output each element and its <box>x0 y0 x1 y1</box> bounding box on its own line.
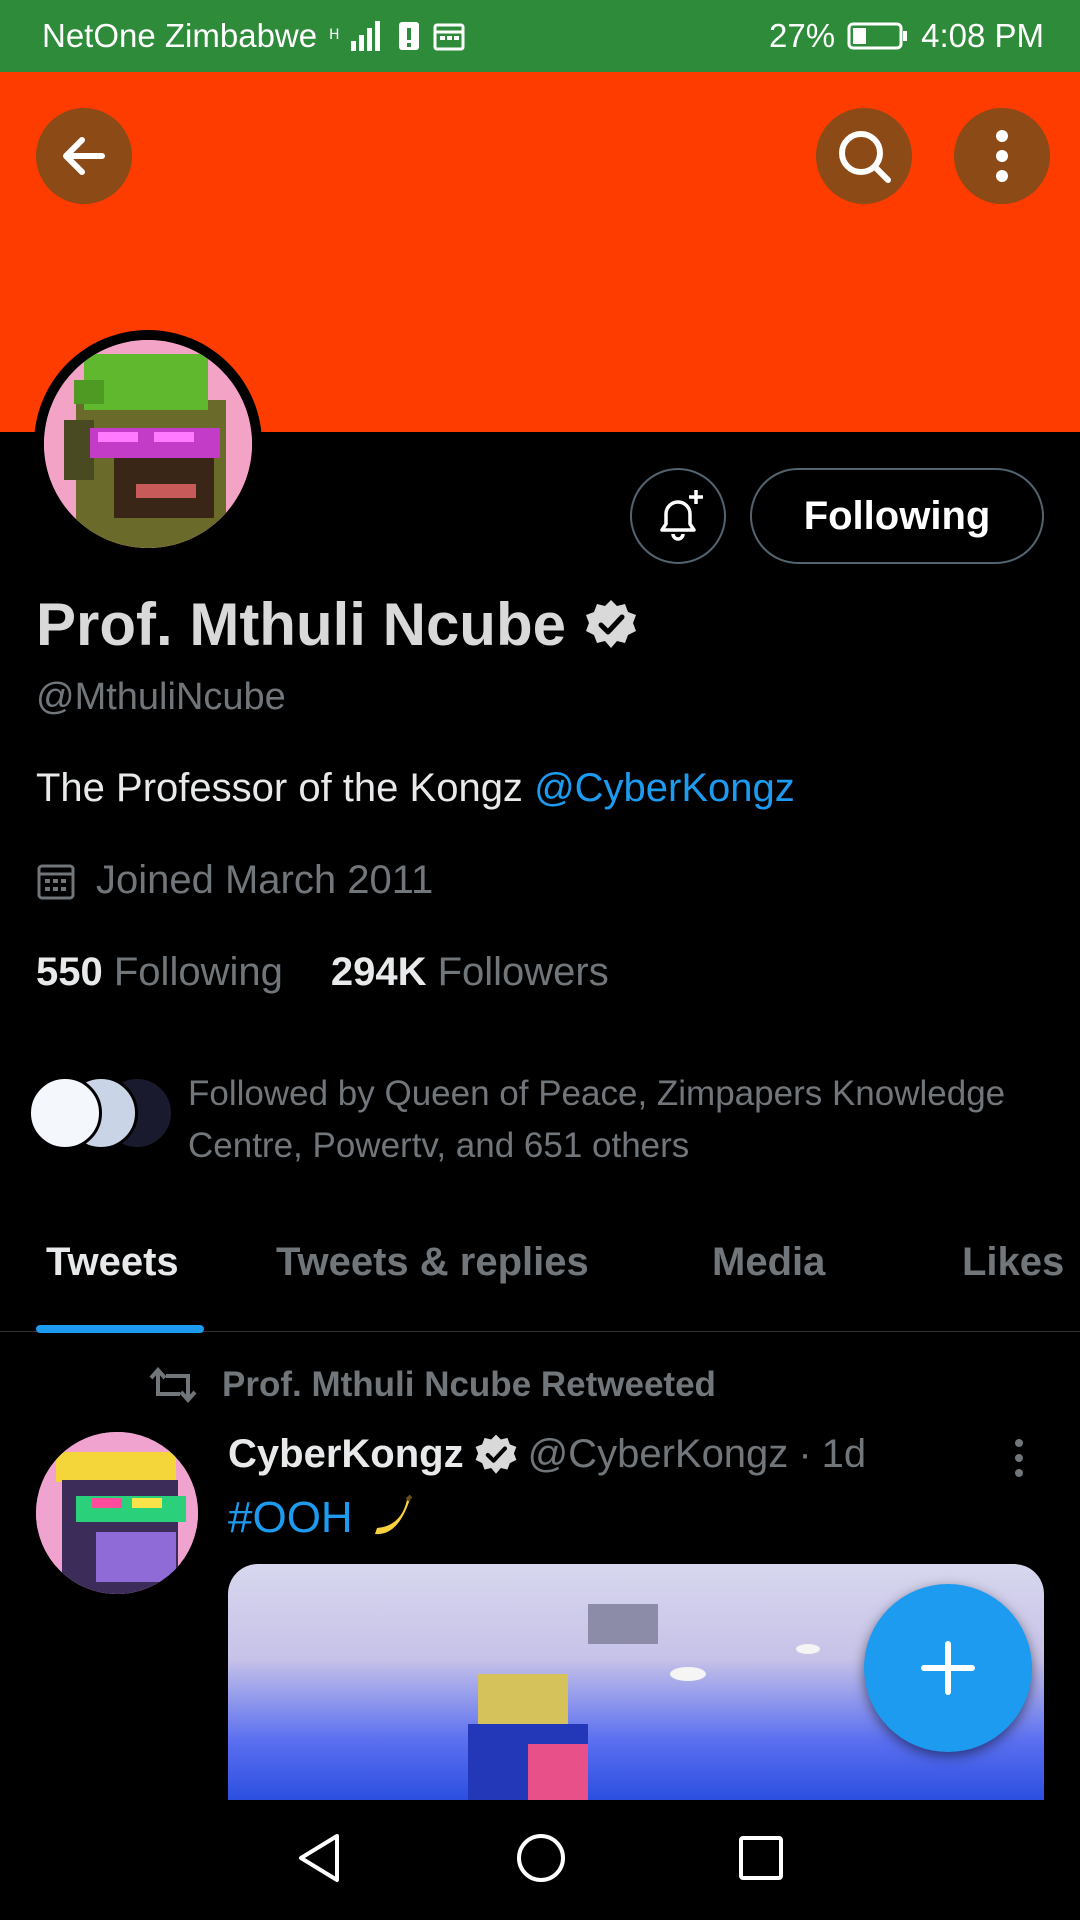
profile-tabs: Tweets Tweets & replies Media Likes <box>0 1200 1080 1333</box>
compose-tweet-button[interactable] <box>864 1584 1032 1752</box>
bio-mention-link[interactable]: @CyberKongz <box>534 766 795 810</box>
tab-media[interactable]: Media <box>712 1240 825 1285</box>
follower-avatar <box>28 1076 102 1150</box>
followed-by-row[interactable]: Followed by Queen of Peace, Zimpapers Kn… <box>28 1068 1008 1172</box>
signal-icon: H <box>329 19 385 53</box>
following-label: Following <box>113 950 283 994</box>
followers-count-link[interactable]: 294K Followers <box>331 950 609 995</box>
pixel-ape-avatar-image <box>44 340 252 548</box>
notifications-button[interactable] <box>630 468 726 564</box>
bell-plus-icon <box>660 490 703 541</box>
tab-tweets-replies[interactable]: Tweets & replies <box>276 1240 589 1285</box>
verified-badge-icon <box>585 599 636 648</box>
tweet-author-name[interactable]: CyberKongz <box>228 1432 464 1477</box>
active-tab-indicator <box>36 1325 204 1333</box>
joined-date: Joined March 2011 <box>96 858 434 902</box>
nav-back-button[interactable] <box>295 1832 345 1889</box>
back-button[interactable] <box>36 108 132 204</box>
tweet-more-button[interactable] <box>1008 1436 1030 1485</box>
followed-by-text: Followed by Queen of Peace, Zimpapers Kn… <box>188 1074 1006 1165</box>
calendar-icon <box>37 864 75 899</box>
svg-text:H: H <box>329 27 340 43</box>
retweet-context: Prof. Mthuli Ncube Retweeted <box>148 1364 716 1406</box>
sim-alert-icon <box>397 20 421 52</box>
carrier-name: NetOne Zimbabwe <box>42 17 318 54</box>
retweet-label: Prof. Mthuli Ncube Retweeted <box>222 1365 716 1404</box>
tab-likes[interactable]: Likes <box>962 1240 1064 1285</box>
tab-tweets[interactable]: Tweets <box>46 1240 179 1285</box>
battery-icon <box>847 21 909 51</box>
pixel-ape-avatar-image <box>36 1432 198 1594</box>
arrow-left-icon <box>63 137 105 175</box>
following-button[interactable]: Following <box>750 468 1044 564</box>
more-options-button[interactable] <box>954 108 1050 204</box>
battery-percent: 27% <box>769 17 836 54</box>
tweet-hashtag-link[interactable]: #OOH <box>228 1493 353 1543</box>
search-icon <box>839 131 891 183</box>
tweet-author-avatar[interactable] <box>36 1432 198 1594</box>
joined-date-row: Joined March 2011 <box>36 858 433 903</box>
tweet-text: #OOH <box>228 1492 419 1544</box>
profile-name: Prof. Mthuli Ncube <box>36 591 566 658</box>
following-count-link[interactable]: 550 Following <box>36 950 283 995</box>
banana-emoji-icon <box>374 1494 413 1535</box>
tweet-header: CyberKongz @CyberKongz · 1d <box>228 1432 866 1477</box>
tweet-age: 1d <box>821 1432 867 1476</box>
system-navigation-bar <box>0 1800 1080 1920</box>
profile-name-row: Prof. Mthuli Ncube <box>36 590 638 659</box>
followers-label: Followers <box>437 950 609 994</box>
clock: 4:08 PM <box>921 17 1044 54</box>
follow-counts: 550 Following 294K Followers <box>36 950 609 995</box>
profile-bio: The Professor of the Kongz @CyberKongz <box>36 766 795 811</box>
bio-text: The Professor of the Kongz <box>36 766 523 810</box>
square-recents-icon <box>739 1835 783 1880</box>
profile-avatar[interactable] <box>34 330 262 558</box>
search-button[interactable] <box>816 108 912 204</box>
status-bar: NetOne Zimbabwe H 27% 4:08 PM <box>0 0 1080 72</box>
nav-home-button[interactable] <box>515 1832 567 1889</box>
nav-recents-button[interactable] <box>737 1834 785 1887</box>
calendar-notification-icon <box>433 21 465 51</box>
more-vertical-icon <box>1015 1439 1023 1477</box>
circle-home-icon <box>517 1833 565 1882</box>
triangle-back-icon <box>299 1833 339 1882</box>
followed-by-avatars <box>28 1076 174 1152</box>
profile-handle: @MthuliNcube <box>36 676 286 718</box>
retweet-icon <box>149 1366 197 1404</box>
tweet-author-handle[interactable]: @CyberKongz <box>528 1432 789 1477</box>
more-vertical-icon <box>996 130 1008 182</box>
tweet-separator: · <box>798 1432 812 1476</box>
followers-count: 294K <box>330 950 427 994</box>
plus-icon <box>921 1641 975 1695</box>
following-count: 550 <box>36 950 103 994</box>
verified-badge-icon <box>475 1434 516 1474</box>
